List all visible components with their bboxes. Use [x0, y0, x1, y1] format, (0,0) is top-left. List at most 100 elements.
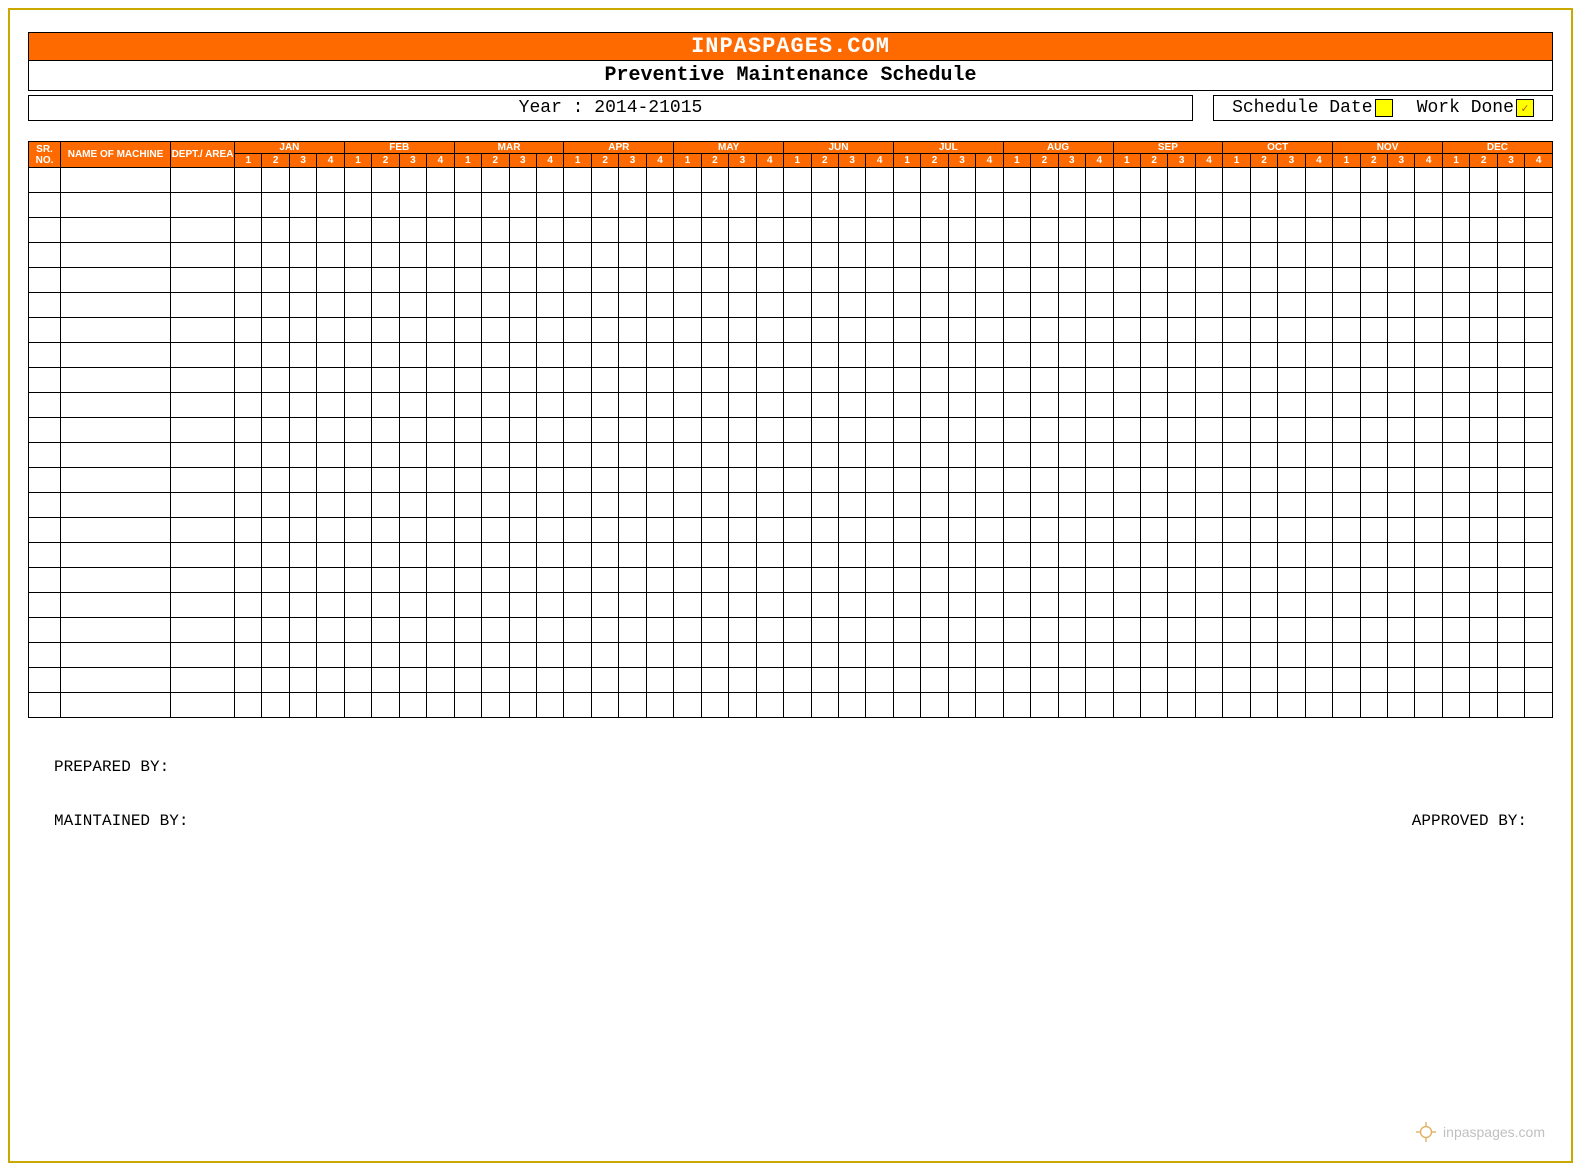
cell[interactable] — [171, 343, 235, 368]
cell[interactable] — [1497, 293, 1524, 318]
cell[interactable] — [756, 518, 783, 543]
cell[interactable] — [893, 418, 920, 443]
cell[interactable] — [811, 418, 838, 443]
cell[interactable] — [838, 193, 865, 218]
cell[interactable] — [591, 643, 618, 668]
cell[interactable] — [1278, 393, 1305, 418]
cell[interactable] — [619, 418, 646, 443]
cell[interactable] — [1113, 618, 1140, 643]
cell[interactable] — [509, 243, 536, 268]
cell[interactable] — [1195, 393, 1222, 418]
cell[interactable] — [1442, 193, 1469, 218]
cell[interactable] — [427, 418, 454, 443]
cell[interactable] — [1525, 668, 1553, 693]
cell[interactable] — [482, 493, 509, 518]
cell[interactable] — [1333, 243, 1360, 268]
cell[interactable] — [1113, 293, 1140, 318]
cell[interactable] — [1140, 343, 1167, 368]
cell[interactable] — [1525, 393, 1553, 418]
cell[interactable] — [1250, 318, 1277, 343]
cell[interactable] — [1058, 218, 1085, 243]
cell[interactable] — [454, 193, 481, 218]
cell[interactable] — [1195, 618, 1222, 643]
cell[interactable] — [866, 218, 893, 243]
cell[interactable] — [372, 168, 399, 193]
cell[interactable] — [289, 243, 316, 268]
cell[interactable] — [619, 468, 646, 493]
cell[interactable] — [701, 293, 728, 318]
cell[interactable] — [482, 668, 509, 693]
cell[interactable] — [756, 368, 783, 393]
cell[interactable] — [866, 493, 893, 518]
cell[interactable] — [1442, 393, 1469, 418]
cell[interactable] — [1305, 468, 1332, 493]
cell[interactable] — [1058, 493, 1085, 518]
cell[interactable] — [619, 393, 646, 418]
cell[interactable] — [893, 518, 920, 543]
cell[interactable] — [948, 243, 975, 268]
cell[interactable] — [784, 368, 811, 393]
cell[interactable] — [1497, 493, 1524, 518]
cell[interactable] — [701, 693, 728, 718]
cell[interactable] — [427, 168, 454, 193]
cell[interactable] — [756, 568, 783, 593]
cell[interactable] — [509, 168, 536, 193]
cell[interactable] — [1470, 493, 1497, 518]
cell[interactable] — [1168, 243, 1195, 268]
cell[interactable] — [1470, 293, 1497, 318]
cell[interactable] — [29, 293, 61, 318]
cell[interactable] — [866, 268, 893, 293]
cell[interactable] — [1058, 168, 1085, 193]
cell[interactable] — [427, 193, 454, 218]
cell[interactable] — [1360, 418, 1387, 443]
cell[interactable] — [646, 168, 673, 193]
cell[interactable] — [1140, 693, 1167, 718]
cell[interactable] — [811, 368, 838, 393]
cell[interactable] — [701, 443, 728, 468]
cell[interactable] — [536, 443, 563, 468]
cell[interactable] — [619, 568, 646, 593]
cell[interactable] — [1003, 693, 1030, 718]
cell[interactable] — [235, 493, 262, 518]
cell[interactable] — [701, 518, 728, 543]
cell[interactable] — [591, 443, 618, 468]
cell[interactable] — [262, 318, 289, 343]
cell[interactable] — [1250, 593, 1277, 618]
cell[interactable] — [921, 243, 948, 268]
cell[interactable] — [591, 218, 618, 243]
cell[interactable] — [564, 368, 591, 393]
cell[interactable] — [619, 493, 646, 518]
cell[interactable] — [1058, 318, 1085, 343]
cell[interactable] — [1333, 593, 1360, 618]
cell[interactable] — [619, 168, 646, 193]
cell[interactable] — [756, 168, 783, 193]
cell[interactable] — [729, 418, 756, 443]
cell[interactable] — [235, 368, 262, 393]
cell[interactable] — [1168, 643, 1195, 668]
cell[interactable] — [536, 168, 563, 193]
cell[interactable] — [976, 668, 1003, 693]
cell[interactable] — [235, 593, 262, 618]
cell[interactable] — [399, 668, 426, 693]
cell[interactable] — [1086, 568, 1113, 593]
cell[interactable] — [893, 393, 920, 418]
cell[interactable] — [317, 343, 344, 368]
cell[interactable] — [61, 568, 171, 593]
cell[interactable] — [893, 443, 920, 468]
cell[interactable] — [1031, 193, 1058, 218]
cell[interactable] — [921, 518, 948, 543]
cell[interactable] — [1333, 618, 1360, 643]
cell[interactable] — [61, 693, 171, 718]
cell[interactable] — [1168, 393, 1195, 418]
cell[interactable] — [701, 318, 728, 343]
cell[interactable] — [482, 568, 509, 593]
cell[interactable] — [838, 618, 865, 643]
cell[interactable] — [372, 218, 399, 243]
cell[interactable] — [1195, 418, 1222, 443]
cell[interactable] — [1278, 668, 1305, 693]
cell[interactable] — [1058, 268, 1085, 293]
cell[interactable] — [1195, 693, 1222, 718]
cell[interactable] — [756, 218, 783, 243]
cell[interactable] — [1305, 243, 1332, 268]
cell[interactable] — [784, 218, 811, 243]
